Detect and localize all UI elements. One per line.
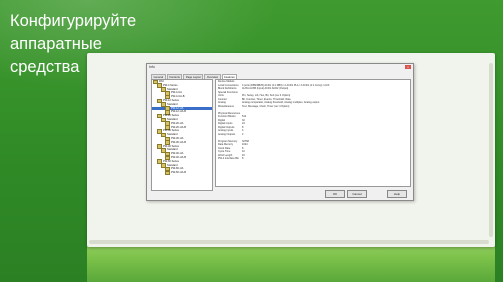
tree-item-label: PW-60-UA-B xyxy=(171,171,186,175)
slide-title-line-1: Конфигурируйте xyxy=(10,12,137,30)
property-value: 2 xyxy=(242,132,244,136)
help-button[interactable]: Help xyxy=(387,190,407,198)
device-tree[interactable]: PAC PW-4 Series Standard PW-4-UA PW-4-UA-B PW… xyxy=(151,79,213,191)
tree-item[interactable]: PW-60-UA-B xyxy=(152,170,212,176)
cancel-button[interactable]: Cancel xyxy=(347,190,367,198)
property-value: 8 xyxy=(242,157,244,160)
properties-panel: Device Models Local Connections 4 ports (D… xyxy=(215,79,411,187)
horizontal-scrollbar[interactable] xyxy=(89,240,489,244)
property-key: PW-4 Interface Bin xyxy=(218,157,239,160)
slide: Конфигурируйте аппаратные средства Info … xyxy=(0,0,503,282)
vertical-scrollbar[interactable] xyxy=(489,63,493,237)
property-row: PW-4 Interface Bin 8 xyxy=(216,157,410,161)
dialog-title: Info xyxy=(149,65,155,69)
close-icon[interactable]: x xyxy=(405,65,411,69)
info-dialog: Info x General Contents Page Layout Over… xyxy=(146,63,414,201)
ok-button[interactable]: OK xyxy=(325,190,345,198)
property-value: Text, Message, Clock, Timer (rev 4 Optio… xyxy=(242,104,290,108)
software-screenshot: Info x General Contents Page Layout Over… xyxy=(87,53,495,247)
property-value: AUXA AUXB (Input) ACD1 ACD2 (Output) xyxy=(242,87,289,90)
folder-icon xyxy=(165,170,170,176)
